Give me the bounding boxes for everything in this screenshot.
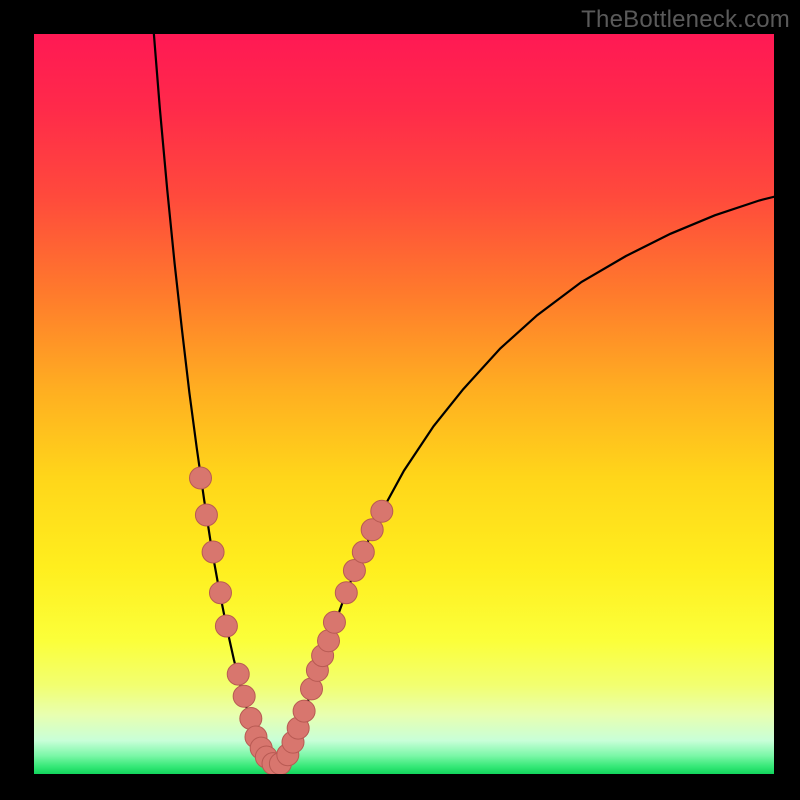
data-marker: [195, 504, 217, 526]
plot-area: [34, 34, 774, 774]
curve-right-curve: [278, 197, 774, 765]
data-marker: [323, 611, 345, 633]
data-marker: [215, 615, 237, 637]
curve-group: [154, 34, 774, 764]
data-marker: [202, 541, 224, 563]
data-marker: [209, 582, 231, 604]
watermark-text: TheBottleneck.com: [581, 6, 790, 34]
data-marker: [233, 685, 255, 707]
curve-left-curve: [154, 34, 271, 764]
data-marker: [293, 700, 315, 722]
data-marker: [371, 500, 393, 522]
data-marker: [227, 663, 249, 685]
data-marker: [190, 467, 212, 489]
marker-group: [190, 467, 393, 774]
chart-svg: [34, 34, 774, 774]
chart-frame: TheBottleneck.com: [0, 0, 800, 800]
data-marker: [352, 541, 374, 563]
data-marker: [335, 582, 357, 604]
